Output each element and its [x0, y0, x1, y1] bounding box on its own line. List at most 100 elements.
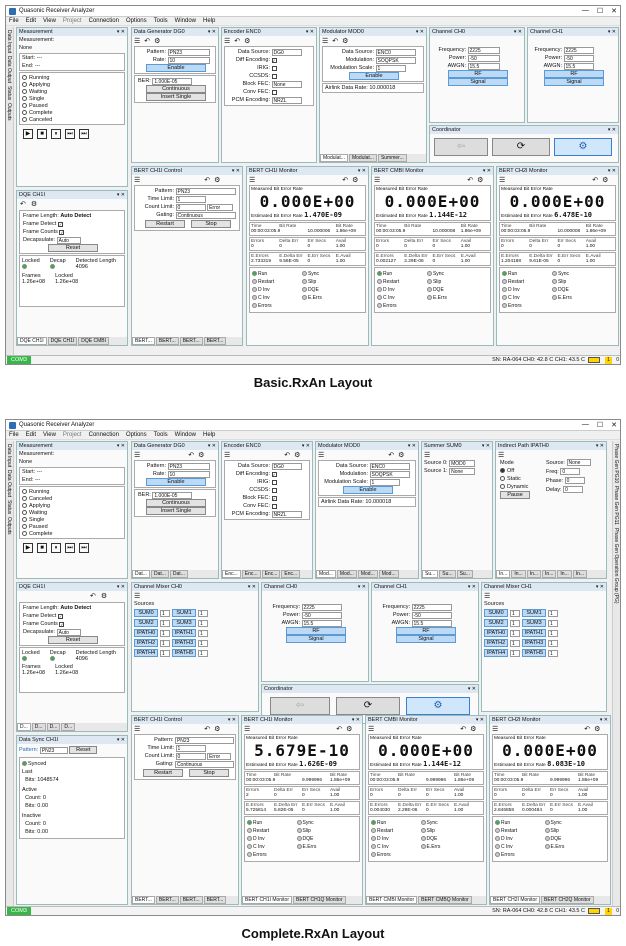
rate-input[interactable]: 10 — [167, 56, 210, 64]
ch1-frequency-input[interactable]: 2225 — [563, 46, 594, 54]
menu-window[interactable]: Window — [175, 432, 196, 438]
mixer-gain-input[interactable]: 1 — [548, 609, 558, 617]
ch0-frequency-input[interactable]: 2225 — [467, 46, 500, 54]
mixer-source-button[interactable]: IPATH3 — [172, 639, 196, 647]
stop-bert-button[interactable]: Stop — [189, 769, 229, 777]
frame-detect-checkbox[interactable]: ✓ — [57, 221, 63, 227]
undo-icon[interactable]: ↶ — [20, 200, 26, 208]
end-button[interactable]: ⏭ — [79, 129, 89, 139]
mixer-gain-input[interactable]: 1 — [160, 609, 170, 617]
gear-icon[interactable]: ⚙ — [31, 200, 37, 208]
mod-source-select[interactable]: ENC0 — [375, 48, 416, 56]
menu-file[interactable]: File — [9, 432, 19, 438]
step-button[interactable]: ⏭ — [65, 129, 75, 139]
gear-icon[interactable]: ⚙ — [602, 176, 608, 184]
mixer-source-button[interactable]: IPATH2 — [134, 639, 158, 647]
dqe-reset-button[interactable]: Reset — [48, 636, 98, 644]
step-button[interactable]: ⏭ — [65, 543, 75, 553]
menu-file[interactable]: File — [9, 18, 19, 24]
mixer-gain-input[interactable]: 1 — [160, 639, 170, 647]
monitor-tab[interactable]: BERT CH1Q Monitor — [293, 896, 346, 904]
mixer-gain-input[interactable]: 1 — [198, 609, 208, 617]
maximize-button[interactable]: ☐ — [597, 421, 603, 429]
monitor-tab[interactable]: BERT CMBQ Monitor — [418, 896, 472, 904]
summer-source0-select[interactable]: MOD0 — [449, 459, 476, 467]
stop-button[interactable]: ■ — [37, 543, 47, 553]
undo-icon[interactable]: ↶ — [336, 725, 342, 733]
gear-icon[interactable]: ⚙ — [154, 37, 160, 45]
minimize-button[interactable]: — — [582, 7, 589, 15]
undo-icon[interactable]: ↶ — [584, 725, 590, 733]
mixer-source-button[interactable]: IPATH3 — [522, 639, 546, 647]
enable-button[interactable]: Enable — [146, 478, 206, 486]
menu-project[interactable]: Project — [63, 432, 82, 438]
data-source-select[interactable]: DG0 — [271, 48, 302, 56]
monitor-tab[interactable]: BERT CH2I Monitor — [490, 896, 540, 904]
menu-edit[interactable]: Edit — [26, 432, 36, 438]
undo-icon[interactable]: ↶ — [188, 451, 194, 459]
diff-checkbox[interactable]: ✓ — [271, 57, 277, 63]
undo-icon[interactable]: ↶ — [592, 176, 598, 184]
irig-checkbox[interactable] — [271, 65, 277, 71]
side-tab-data-output[interactable]: Data Output — [6, 53, 12, 83]
undo-icon[interactable]: ↶ — [388, 451, 394, 459]
single-button[interactable]: ⏸ — [51, 543, 61, 553]
ccsds-checkbox[interactable] — [271, 73, 277, 79]
sync-reset-button[interactable]: Reset — [69, 746, 98, 754]
mixer-source-button[interactable]: IPATH2 — [484, 639, 508, 647]
mixer-source-button[interactable]: IPATH5 — [172, 649, 196, 657]
mixer-gain-input[interactable]: 1 — [160, 649, 170, 657]
ch0-signal-button[interactable]: Signal — [448, 78, 508, 86]
mixer-gain-input[interactable]: 1 — [548, 649, 558, 657]
undo-icon[interactable]: ↶ — [284, 451, 290, 459]
pause-button[interactable]: Pause — [500, 491, 530, 499]
enable-button[interactable]: Enable — [146, 64, 206, 72]
mixer-source-button[interactable]: SUM1 — [522, 609, 546, 617]
monitor-tab[interactable]: BERT CH1I Monitor — [242, 896, 292, 904]
menu-options[interactable]: Options — [126, 18, 147, 24]
mixer-source-button[interactable]: SUM0 — [484, 609, 508, 617]
side-tab-data-input[interactable]: Data Input — [6, 27, 12, 53]
undo-icon[interactable]: ↶ — [204, 176, 210, 184]
mixer-gain-input[interactable]: 1 — [160, 619, 170, 627]
menu-connection[interactable]: Connection — [89, 432, 119, 438]
insert-single-button[interactable]: Insert Single — [146, 93, 206, 101]
sync-pattern-select[interactable]: PN23 — [39, 746, 68, 754]
menu-help[interactable]: Help — [203, 432, 215, 438]
stop-button[interactable]: ■ — [37, 129, 47, 139]
dqe-tab-3[interactable]: DQE CMBI — [78, 337, 109, 345]
chip-icon[interactable]: ⚙ — [406, 697, 470, 715]
gear-icon[interactable]: ⚙ — [214, 725, 220, 733]
mixer-gain-input[interactable]: 1 — [510, 649, 520, 657]
mixer-source-button[interactable]: IPATH4 — [134, 649, 158, 657]
dqe-tab-1[interactable]: DQE CH1I — [17, 337, 47, 345]
gear-icon[interactable]: ⚙ — [346, 725, 352, 733]
mixer-source-button[interactable]: SUM3 — [522, 619, 546, 627]
bert-pattern-select[interactable]: PN23 — [175, 187, 236, 195]
undo-icon[interactable]: ↶ — [234, 37, 240, 45]
left-side-tabs[interactable]: Data Input Data Output Status Outputs — [6, 441, 14, 906]
mod-enable-button[interactable]: Enable — [349, 72, 399, 80]
end-button[interactable]: ⏭ — [79, 543, 89, 553]
menu-project[interactable]: Project — [63, 18, 82, 24]
mixer-gain-input[interactable]: 1 — [548, 639, 558, 647]
menu-view[interactable]: View — [43, 432, 56, 438]
mixer-gain-input[interactable]: 1 — [198, 619, 208, 627]
undo-icon[interactable]: ↶ — [332, 37, 338, 45]
mixer-gain-input[interactable]: 1 — [548, 619, 558, 627]
gating-select[interactable]: Continuous — [175, 211, 236, 219]
gear-icon[interactable]: ⚙ — [477, 176, 483, 184]
undo-icon[interactable]: ↶ — [460, 725, 466, 733]
mixer-gain-input[interactable]: 1 — [198, 639, 208, 647]
pattern-select[interactable]: PN23 — [167, 48, 210, 56]
gear-icon[interactable]: ⚙ — [198, 451, 204, 459]
gear-icon[interactable]: ⚙ — [352, 176, 358, 184]
side-tab-status[interactable]: Status — [6, 83, 12, 100]
gear-icon[interactable]: ⚙ — [244, 37, 250, 45]
continuous-button[interactable]: Continuous — [146, 85, 206, 93]
mixer-source-button[interactable]: SUM0 — [134, 609, 158, 617]
gear-icon[interactable]: ⚙ — [101, 592, 107, 600]
bert-tab-3[interactable]: BERT... — [179, 337, 203, 345]
ch1-power-input[interactable]: -50 — [563, 54, 594, 62]
mixer-source-button[interactable]: IPATH0 — [134, 629, 158, 637]
